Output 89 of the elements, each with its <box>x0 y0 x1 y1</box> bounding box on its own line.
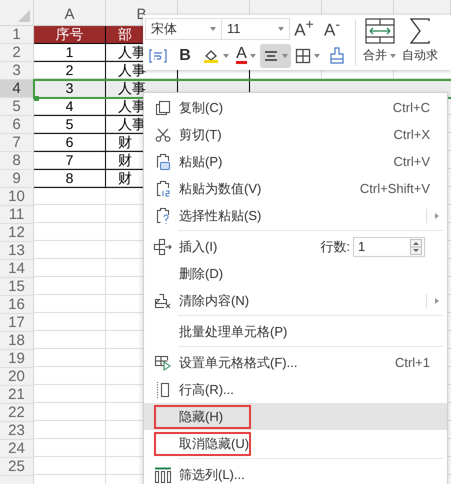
table-cell: 财 <box>118 152 132 168</box>
menu-item[interactable]: 选择性粘贴(S) <box>144 202 447 229</box>
table-cell: 财 <box>118 134 132 150</box>
column-header[interactable]: A <box>64 6 74 23</box>
row-count-label: 行数: <box>320 238 350 256</box>
font-size-button[interactable]: A$^{-}$ <box>318 16 346 40</box>
borders-icon <box>295 48 311 64</box>
font-size-button[interactable]: A$^{+}$ <box>290 16 318 40</box>
row-number[interactable]: 17 <box>0 314 34 332</box>
row-number[interactable]: 15 <box>0 278 34 296</box>
table-cell: 序号 <box>56 26 84 42</box>
row-number[interactable]: 7 <box>0 134 34 152</box>
table-cell: 6 <box>66 134 74 150</box>
row-number[interactable]: 22 <box>0 404 34 422</box>
menu-item[interactable]: 删除(D) <box>144 260 447 287</box>
menu-item[interactable]: 复制(C) Ctrl+C <box>144 94 447 121</box>
menu-item[interactable]: 设置单元格格式(F)... Ctrl+1 <box>144 349 447 376</box>
keyboard-shortcut: Ctrl+C <box>392 100 430 115</box>
copy-icon <box>154 100 170 116</box>
sum-icon <box>409 18 431 44</box>
row-number[interactable]: 23 <box>0 422 34 440</box>
menu-item[interactable]: 剪切(T) Ctrl+X <box>144 121 447 148</box>
row-number[interactable]: 21 <box>0 386 34 404</box>
row-number[interactable]: 25 <box>0 458 34 476</box>
row-number[interactable]: 4 <box>0 80 34 98</box>
font-dropdown[interactable]: 宋体 <box>145 18 222 40</box>
table-cell: 1 <box>66 44 74 60</box>
row-number[interactable]: 13 <box>0 242 34 260</box>
menu-item[interactable]: 行高(R)... <box>144 376 447 403</box>
font-size-dropdown[interactable]: 11 <box>222 18 290 40</box>
table-cell: 人事 <box>118 62 146 78</box>
row-number[interactable]: 2 <box>0 44 34 62</box>
menu-item[interactable]: 粘贴(P) Ctrl+V <box>144 148 447 175</box>
table-cell: 5 <box>66 116 74 132</box>
menu-item[interactable]: 筛选列(L)... <box>144 461 447 484</box>
row-height-icon <box>156 380 170 398</box>
fontcolor-button[interactable]: A <box>233 44 259 68</box>
table-cell: 8 <box>66 170 74 186</box>
menu-item[interactable]: 取消隐藏(U) <box>144 430 447 457</box>
merge-cells-icon <box>364 18 394 44</box>
fill-handle[interactable] <box>34 96 39 101</box>
row-number[interactable]: 19 <box>0 350 34 368</box>
table-cell: 2 <box>66 62 74 78</box>
align-center-icon <box>263 48 279 62</box>
keyboard-shortcut: Ctrl+Shift+V <box>360 181 430 196</box>
row-number[interactable]: 5 <box>0 98 34 116</box>
spinner-arrows-icon[interactable] <box>410 238 422 254</box>
row-number[interactable]: 14 <box>0 260 34 278</box>
clipboard-icon <box>154 206 170 224</box>
row-number[interactable]: 16 <box>0 296 34 314</box>
row-number[interactable]: 6 <box>0 116 34 134</box>
keyboard-shortcut: Ctrl+1 <box>394 355 430 370</box>
bold-button[interactable]: B <box>172 44 198 68</box>
row-number[interactable]: 10 <box>0 188 34 206</box>
row-number[interactable]: 18 <box>0 332 34 350</box>
table-cell: 4 <box>66 98 74 114</box>
row-number[interactable]: 20 <box>0 368 34 386</box>
menu-item[interactable]: 批量处理单元格(P) <box>144 318 447 345</box>
row-number[interactable]: 12 <box>0 224 34 242</box>
menu-item[interactable]: 清除内容(N) <box>144 287 447 314</box>
row-count-field[interactable]: 1 <box>353 236 425 256</box>
row-number[interactable]: 1 <box>0 26 34 44</box>
insert-icon <box>154 238 172 254</box>
clipboard-icon <box>154 180 170 198</box>
scissors-icon <box>154 126 170 142</box>
row-number[interactable]: 24 <box>0 440 34 458</box>
row-number[interactable]: 3 <box>0 62 34 80</box>
merge-button[interactable]: 合并 <box>360 15 399 70</box>
eraser-icon <box>154 292 172 308</box>
autosum-button[interactable]: 自动求 <box>399 15 441 70</box>
table-cell: 部 <box>118 26 132 42</box>
wrap-text-icon <box>149 48 167 64</box>
fill-color-icon <box>202 48 220 64</box>
filter-columns-icon <box>154 466 172 482</box>
format-cells-icon <box>154 354 172 370</box>
menu-item[interactable]: 粘贴为数值(V) Ctrl+Shift+V <box>144 175 447 202</box>
keyboard-shortcut: Ctrl+X <box>394 127 430 142</box>
keyboard-shortcut: Ctrl+V <box>394 154 430 169</box>
row-number[interactable]: 8 <box>0 152 34 170</box>
table-cell: 3 <box>66 80 74 96</box>
table-cell: 7 <box>66 152 74 168</box>
row-number[interactable]: 11 <box>0 206 34 224</box>
clipboard-icon <box>154 152 170 170</box>
format-painter-icon <box>329 46 345 64</box>
table-cell: 人事 <box>118 80 146 96</box>
table-cell: 财 <box>118 170 132 186</box>
menu-item[interactable]: 隐藏(H) <box>144 403 447 430</box>
row-number[interactable]: 9 <box>0 170 34 188</box>
align-button[interactable] <box>260 44 291 68</box>
